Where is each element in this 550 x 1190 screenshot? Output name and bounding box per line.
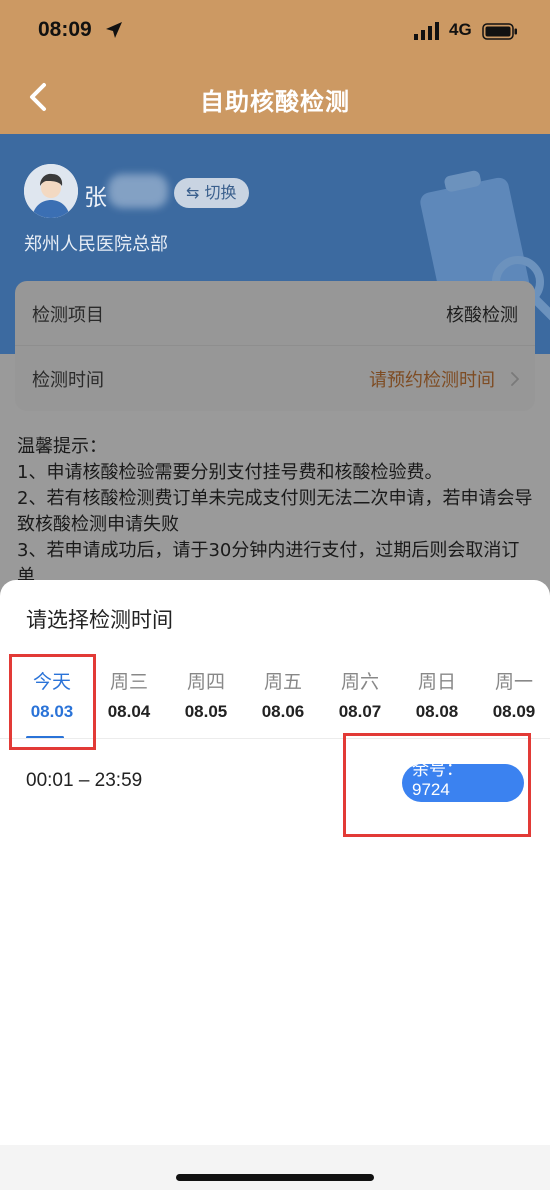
tip-line: 2、若有核酸检测费订单未完成支付则无法二次申请，若申请会导致核酸检测申请失败: [17, 488, 533, 535]
nav-bar: 自助核酸检测: [0, 62, 550, 134]
day-tab[interactable]: 周四 08.05: [168, 669, 244, 735]
page-title: 自助核酸检测: [200, 88, 350, 116]
day-tab-date: 08.08: [415, 702, 459, 721]
test-time-label: 检测时间: [32, 370, 104, 391]
network-type: 4G: [449, 20, 472, 39]
tips-title: 温馨提示：: [17, 436, 107, 457]
day-tab-date: 08.06: [261, 702, 305, 721]
day-tab-date: 08.07: [338, 702, 382, 721]
day-tab-week: 周六: [340, 671, 379, 693]
test-time-row[interactable]: 检测时间 请预约检测时间: [15, 346, 535, 411]
chevron-right-icon: [511, 372, 519, 386]
day-tab[interactable]: 周五 08.06: [245, 669, 321, 735]
switch-patient-button[interactable]: ⇆ 切换: [174, 178, 249, 208]
tips-section: 温馨提示： 1、申请核酸检验需要分别支付挂号费和核酸检验费。 2、若有核酸检测费…: [17, 434, 537, 590]
status-bar: 08:09 4G: [0, 0, 550, 62]
patient-name: 张: [84, 185, 107, 211]
tip-line: 1、申请核酸检验需要分别支付挂号费和核酸检验费。: [17, 462, 443, 483]
day-tab[interactable]: 周三 08.04: [91, 669, 167, 735]
location-arrow-icon: [106, 22, 122, 38]
day-tab-week: 周三: [109, 671, 148, 693]
user-avatar-icon: [24, 164, 78, 218]
day-tab-date: 08.04: [107, 702, 151, 721]
avatar: [24, 164, 78, 218]
status-time: 08:09: [38, 18, 92, 41]
test-time-value[interactable]: 请预约检测时间: [369, 366, 495, 392]
sheet-footer: [0, 1145, 550, 1190]
hospital-name: 郑州人民医院总部: [24, 234, 168, 255]
day-tab-week: 周五: [263, 671, 302, 693]
day-tab-date: 08.09: [492, 702, 536, 721]
battery-icon: [482, 23, 517, 40]
day-tab-week: 周日: [417, 671, 456, 693]
name-redaction: [108, 174, 168, 208]
test-item-value: 核酸检测: [446, 305, 518, 326]
annotation-box-slot: [343, 733, 531, 837]
time-slot-range: 00:01 – 23:59: [26, 770, 143, 791]
signal-icon: [414, 22, 439, 40]
day-tab-date: 08.05: [184, 702, 228, 721]
annotation-box-today: [9, 654, 96, 750]
test-item-row: 检测项目 核酸检测: [15, 281, 535, 346]
day-tab[interactable]: 周一 08.09: [476, 669, 550, 735]
day-tab[interactable]: 周六 08.07: [322, 669, 398, 735]
day-tab-week: 周四: [186, 671, 225, 693]
day-tab[interactable]: 周日 08.08: [399, 669, 475, 735]
test-item-label: 检测项目: [32, 305, 104, 326]
home-indicator: [176, 1174, 374, 1181]
info-card: 检测项目 核酸检测 检测时间 请预约检测时间: [15, 281, 535, 411]
sheet-title: 请选择检测时间: [26, 608, 173, 632]
day-tab-week: 周一: [494, 671, 533, 693]
